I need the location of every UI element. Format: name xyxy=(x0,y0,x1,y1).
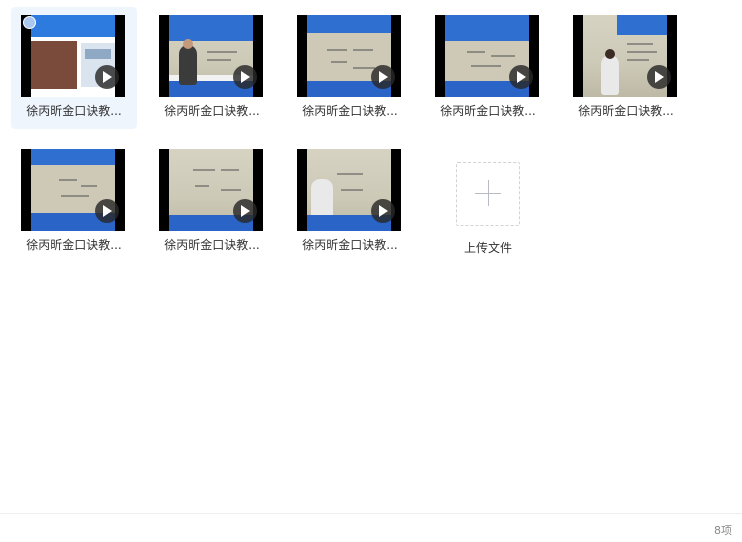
video-file-tile[interactable]: 徐丙昕金口诀教... xyxy=(149,7,275,129)
selection-indicator-icon[interactable] xyxy=(23,16,36,29)
video-file-tile[interactable]: 徐丙昕金口诀教... xyxy=(11,7,137,129)
upload-box[interactable] xyxy=(456,162,520,226)
video-thumbnail xyxy=(435,15,539,97)
file-name: 徐丙昕金口诀教... xyxy=(440,104,536,118)
file-name: 徐丙昕金口诀教... xyxy=(26,104,122,118)
video-file-tile[interactable]: 徐丙昕金口诀教... xyxy=(287,141,413,263)
file-name: 徐丙昕金口诀教... xyxy=(164,238,260,252)
play-icon[interactable] xyxy=(371,65,395,89)
video-thumbnail xyxy=(159,149,263,231)
file-name: 徐丙昕金口诀教... xyxy=(164,104,260,118)
file-grid: 徐丙昕金口诀教... 徐丙昕金口诀教... 徐丙昕金口诀教... 徐丙昕金口诀教… xyxy=(0,0,742,510)
video-file-tile[interactable]: 徐丙昕金口诀教... xyxy=(563,7,689,129)
file-name: 徐丙昕金口诀教... xyxy=(578,104,674,118)
play-icon[interactable] xyxy=(509,65,533,89)
video-thumbnail xyxy=(297,15,401,97)
video-thumbnail xyxy=(21,15,125,97)
video-thumbnail xyxy=(159,15,263,97)
play-icon[interactable] xyxy=(371,199,395,223)
video-file-tile[interactable]: 徐丙昕金口诀教... xyxy=(425,7,551,129)
file-name: 徐丙昕金口诀教... xyxy=(26,238,122,252)
video-thumbnail xyxy=(21,149,125,231)
video-file-tile[interactable]: 徐丙昕金口诀教... xyxy=(287,7,413,129)
video-file-tile[interactable]: 徐丙昕金口诀教... xyxy=(149,141,275,263)
video-file-tile[interactable]: 徐丙昕金口诀教... xyxy=(11,141,137,263)
upload-label: 上传文件 xyxy=(463,241,512,255)
item-count: 8项 xyxy=(714,524,732,537)
play-icon[interactable] xyxy=(95,65,119,89)
status-bar: 8项 xyxy=(0,513,742,542)
play-icon[interactable] xyxy=(233,199,257,223)
play-icon[interactable] xyxy=(95,199,119,223)
file-name: 徐丙昕金口诀教... xyxy=(302,238,398,252)
video-thumbnail xyxy=(297,149,401,231)
video-thumbnail xyxy=(573,15,677,97)
play-icon[interactable] xyxy=(233,65,257,89)
play-icon[interactable] xyxy=(647,65,671,89)
upload-file-button[interactable]: 上传文件 xyxy=(425,162,551,284)
file-name: 徐丙昕金口诀教... xyxy=(302,104,398,118)
